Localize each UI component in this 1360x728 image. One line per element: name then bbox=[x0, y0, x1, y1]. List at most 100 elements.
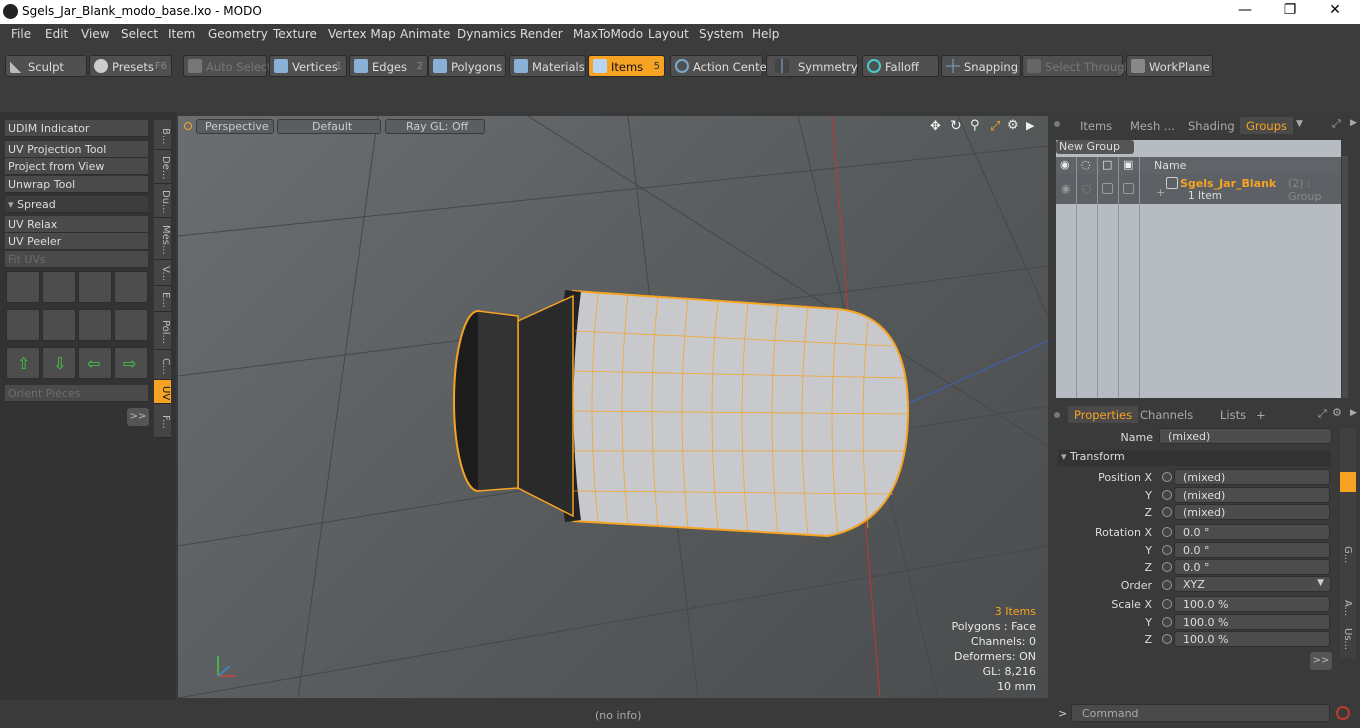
expand-panel-icon[interactable]: ⤢ bbox=[1318, 407, 1327, 421]
scale-z-anim-dot[interactable] bbox=[1162, 634, 1172, 644]
menu-system[interactable]: System bbox=[699, 27, 744, 41]
menu-maxtomodo[interactable]: MaxToModo bbox=[573, 27, 643, 41]
position-x-anim-dot[interactable] bbox=[1162, 472, 1172, 482]
polygons-button[interactable]: Polygons bbox=[428, 55, 506, 77]
rotation-y-field[interactable]: 0.0 ° bbox=[1174, 542, 1330, 558]
properties-settings-icon[interactable]: ⚙ bbox=[1332, 406, 1342, 419]
tab-lists[interactable]: Lists bbox=[1214, 406, 1252, 423]
more-tools-button[interactable]: >> bbox=[127, 408, 149, 426]
workplane-button[interactable]: WorkPlane bbox=[1126, 55, 1213, 77]
uv-box-icon[interactable] bbox=[114, 309, 148, 341]
uv-scale-icon[interactable] bbox=[78, 271, 112, 303]
more-properties-button[interactable]: >> bbox=[1310, 652, 1332, 670]
vtab-uv[interactable]: UV bbox=[154, 380, 171, 404]
transform-section-header[interactable]: ▾ Transform bbox=[1058, 450, 1331, 466]
vertices-button[interactable]: Vertices 1 bbox=[269, 55, 347, 77]
menu-geometry[interactable]: Geometry bbox=[208, 27, 268, 41]
arrow-right-icon[interactable]: ⇨ bbox=[114, 347, 148, 379]
tab-groups[interactable]: Groups bbox=[1240, 117, 1294, 134]
vtab-basic[interactable]: B... bbox=[154, 120, 171, 150]
tab-shading[interactable]: Shading bbox=[1182, 117, 1241, 134]
snapping-button[interactable]: Snapping bbox=[941, 55, 1021, 77]
viewport-options-dot[interactable] bbox=[184, 122, 192, 130]
menu-file[interactable]: File bbox=[11, 27, 31, 41]
expand-panel-icon[interactable]: ⤢ bbox=[1332, 117, 1341, 131]
viewport-settings-icon[interactable]: ⚙ bbox=[1007, 118, 1019, 133]
menu-animate[interactable]: Animate bbox=[400, 27, 450, 41]
rotation-x-anim-dot[interactable] bbox=[1162, 527, 1172, 537]
uv-planar-icon[interactable] bbox=[78, 309, 112, 341]
presets-button[interactable]: Presets F6 bbox=[89, 55, 172, 77]
jar-mesh[interactable] bbox=[453, 289, 910, 538]
rotation-x-field[interactable]: 0.0 ° bbox=[1174, 524, 1330, 540]
rotation-y-anim-dot[interactable] bbox=[1162, 545, 1172, 555]
fit-uvs-button[interactable]: Fit UVs bbox=[5, 251, 148, 268]
project-from-view-button[interactable]: Project from View bbox=[5, 158, 148, 175]
uv-cylinder-icon[interactable] bbox=[6, 309, 40, 341]
symmetry-button[interactable]: Symmetry bbox=[766, 55, 858, 77]
tab-channels[interactable]: Channels bbox=[1134, 406, 1199, 423]
tab-items[interactable]: Items bbox=[1074, 117, 1118, 134]
udim-indicator-button[interactable]: UDIM Indicator bbox=[5, 120, 148, 137]
group-row[interactable]: ◉ ◌ + Sgels_Jar_Blank (2) : Group 1 Item bbox=[1056, 174, 1341, 204]
vtab-fusion[interactable]: F... bbox=[154, 404, 171, 438]
position-y-anim-dot[interactable] bbox=[1162, 490, 1172, 500]
vtab-mesh-edit[interactable]: Mes... bbox=[154, 218, 171, 260]
tab-mesh[interactable]: Mesh ... bbox=[1124, 117, 1181, 134]
arrow-down-icon[interactable]: ⇩ bbox=[42, 347, 76, 379]
rotation-z-field[interactable]: 0.0 ° bbox=[1174, 559, 1330, 575]
position-x-field[interactable]: (mixed) bbox=[1174, 469, 1330, 485]
items-button[interactable]: Items 5 bbox=[588, 55, 665, 77]
orient-pieces-button[interactable]: Orient Pieces bbox=[5, 385, 148, 402]
add-tab-button[interactable]: + bbox=[1250, 406, 1272, 423]
vtab-deform[interactable]: De... bbox=[154, 150, 171, 184]
menu-help[interactable]: Help bbox=[752, 27, 779, 41]
vtab-vertex[interactable]: V... bbox=[154, 260, 171, 286]
row-render-icon[interactable]: ◌ bbox=[1082, 182, 1092, 195]
shading-mode-selector[interactable]: Default bbox=[277, 119, 381, 134]
tabs-dropdown-icon[interactable]: ▼ bbox=[1296, 119, 1303, 129]
scale-x-anim-dot[interactable] bbox=[1162, 599, 1172, 609]
menu-layout[interactable]: Layout bbox=[648, 27, 689, 41]
uv-project-icon[interactable] bbox=[114, 271, 148, 303]
zoom-icon[interactable]: ⚲ bbox=[970, 118, 980, 133]
maximize-button[interactable]: ❐ bbox=[1275, 2, 1305, 18]
ray-gl-toggle[interactable]: Ray GL: Off bbox=[385, 119, 485, 134]
row-lock-checkbox[interactable] bbox=[1102, 183, 1113, 194]
unwrap-tool-button[interactable]: Unwrap Tool bbox=[5, 176, 148, 193]
rotate-icon[interactable]: ↻ bbox=[950, 118, 962, 134]
uv-rotate-icon[interactable] bbox=[42, 271, 76, 303]
vtab-duplicate[interactable]: Du... bbox=[154, 184, 171, 218]
uv-grid-icon[interactable] bbox=[42, 309, 76, 341]
fit-view-icon[interactable]: ⤢ bbox=[990, 119, 1000, 134]
new-group-button[interactable]: New Group bbox=[1056, 140, 1134, 154]
action-center-button[interactable]: Action Center bbox=[670, 55, 771, 77]
position-z-field[interactable]: (mixed) bbox=[1174, 504, 1330, 520]
sculpt-button[interactable]: Sculpt bbox=[5, 55, 87, 77]
uv-transform-icon[interactable] bbox=[6, 271, 40, 303]
row-select-checkbox[interactable] bbox=[1123, 183, 1134, 194]
menu-select[interactable]: Select bbox=[121, 27, 158, 41]
panel-more-icon[interactable]: ▶ bbox=[1350, 118, 1357, 128]
arrow-left-icon[interactable]: ⇦ bbox=[78, 347, 112, 379]
menu-texture[interactable]: Texture bbox=[273, 27, 317, 41]
order-anim-dot[interactable] bbox=[1162, 580, 1172, 590]
scale-y-field[interactable]: 100.0 % bbox=[1174, 614, 1330, 630]
view-mode-selector[interactable]: Perspective bbox=[196, 119, 274, 134]
row-visibility-icon[interactable]: ◉ bbox=[1061, 182, 1071, 195]
arrow-up-icon[interactable]: ⇧ bbox=[6, 347, 40, 379]
select-through-button[interactable]: Select Through bbox=[1022, 55, 1132, 77]
materials-button[interactable]: Materials bbox=[509, 55, 586, 77]
tab-properties[interactable]: Properties bbox=[1068, 406, 1139, 423]
auto-select-button[interactable]: Auto Select bbox=[183, 55, 272, 77]
menu-render[interactable]: Render bbox=[520, 27, 563, 41]
name-field[interactable]: (mixed) bbox=[1159, 428, 1332, 444]
command-input[interactable]: Command bbox=[1071, 704, 1330, 722]
position-z-anim-dot[interactable] bbox=[1162, 507, 1172, 517]
close-button[interactable]: ✕ bbox=[1320, 2, 1350, 18]
pan-icon[interactable]: ✥ bbox=[930, 119, 941, 134]
viewport-more-icon[interactable]: ▶ bbox=[1026, 119, 1034, 132]
vtab-polygon[interactable]: Pol... bbox=[154, 312, 171, 350]
menu-vertex-map[interactable]: Vertex Map bbox=[328, 27, 396, 41]
uv-relax-button[interactable]: UV Relax bbox=[5, 216, 148, 233]
